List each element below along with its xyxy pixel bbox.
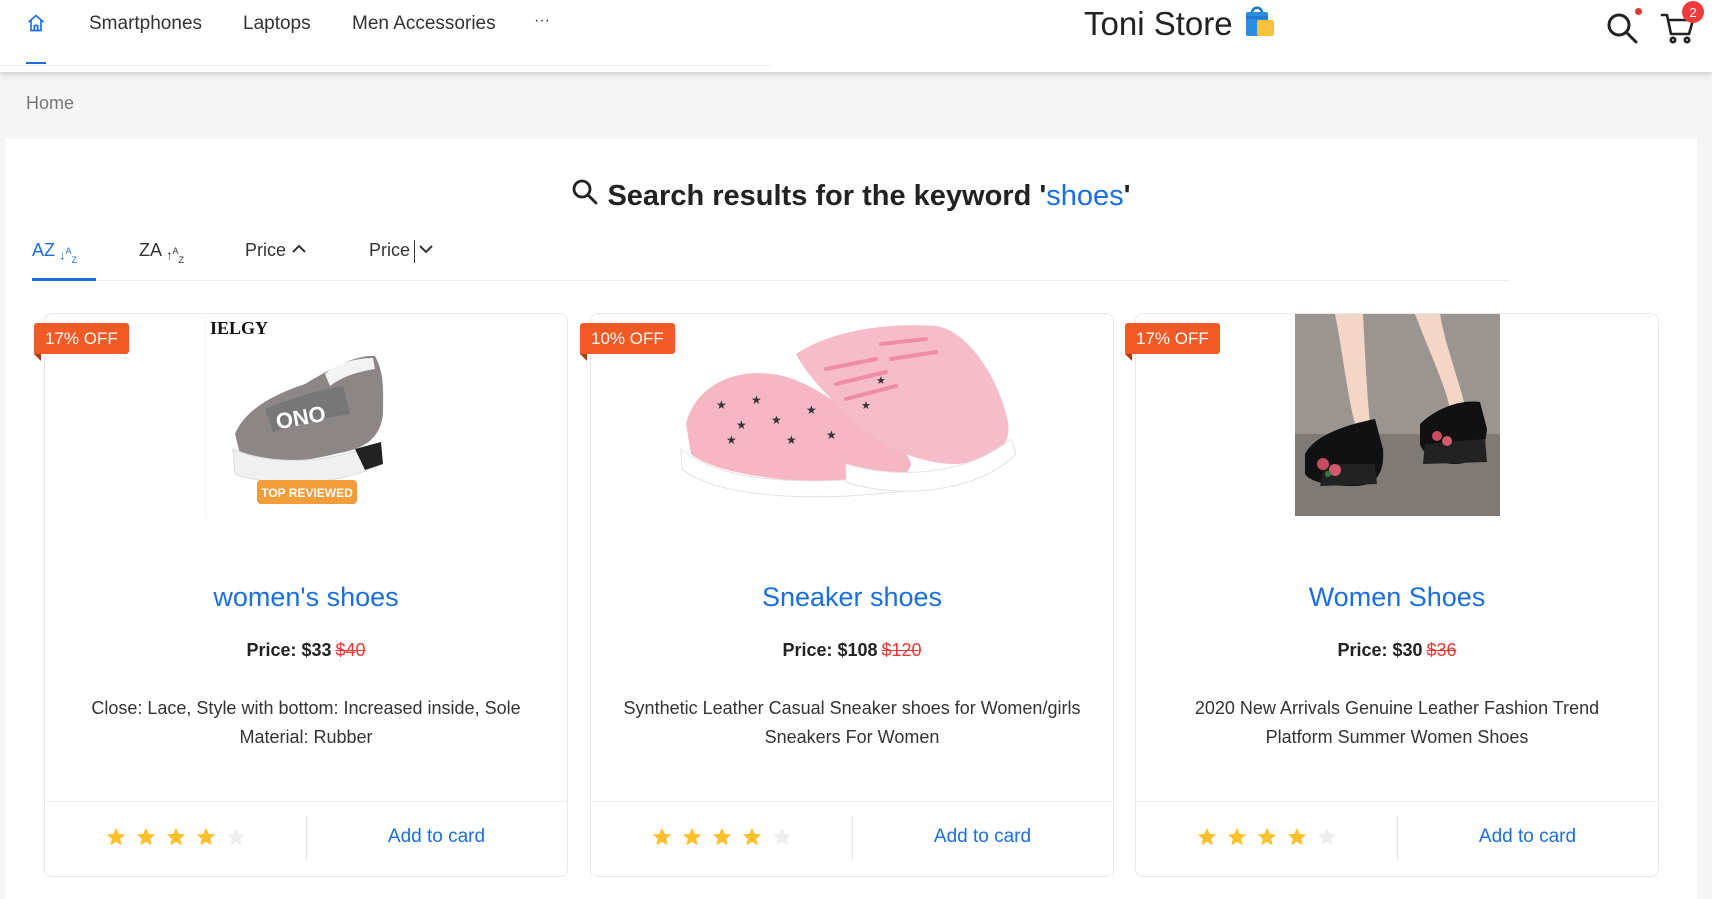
nav-more-button[interactable]: ··· <box>534 0 550 66</box>
search-title-icon <box>571 178 599 214</box>
svg-text:★: ★ <box>751 393 762 407</box>
sort-za-label: ZA <box>139 240 163 260</box>
old-price: $40 <box>335 640 366 660</box>
product-card[interactable]: 10% OFF ★ ★ ★ ★ ★ ★ ★ ★ ★ ★ Sneaker shoes Pri… <box>580 313 1114 877</box>
store-brand[interactable]: Toni Store <box>1084 2 1277 46</box>
sort-az-label: AZ <box>32 240 56 260</box>
star-filled-icon <box>1227 827 1247 846</box>
star-empty-icon <box>772 827 792 846</box>
main-nav: Smartphones Laptops Men Accessories ··· <box>0 0 770 66</box>
discount-badge: 17% OFF <box>1125 323 1220 361</box>
star-filled-icon <box>136 827 156 846</box>
svg-text:★: ★ <box>786 433 797 447</box>
card-footer: Add to card <box>1136 801 1658 875</box>
svg-text:★: ★ <box>806 403 817 417</box>
star-filled-icon <box>106 827 126 846</box>
svg-text:★: ★ <box>716 398 727 412</box>
star-empty-icon <box>226 827 246 846</box>
sort-bar: AZ ↓AZ ZA ↑AZ Price Price <box>32 236 1510 281</box>
search-icon <box>1607 13 1638 44</box>
svg-text:★: ★ <box>876 375 886 387</box>
sort-za-tab[interactable]: ZA ↑AZ <box>139 236 184 281</box>
sort-price-desc-tab[interactable]: Price <box>369 236 435 281</box>
nav-men-accessories[interactable]: Men Accessories <box>352 0 496 66</box>
product-name[interactable]: Sneaker shoes <box>591 582 1113 613</box>
star-filled-icon <box>166 827 186 846</box>
old-price: $120 <box>881 640 922 660</box>
search-results-title: Search results for the keyword 'shoes' <box>0 178 1702 214</box>
product-image[interactable]: ★ ★ ★ ★ ★ ★ ★ ★ ★ ★ <box>676 314 1026 519</box>
add-to-cart-button[interactable]: Add to card <box>306 826 567 848</box>
nav-smartphones[interactable]: Smartphones <box>89 0 202 66</box>
svg-text:★: ★ <box>771 413 782 427</box>
star-filled-icon <box>652 827 672 846</box>
rating-stars <box>105 826 247 848</box>
rating-stars <box>1196 826 1338 848</box>
svg-text:★: ★ <box>861 400 871 412</box>
product-price: Price: $108 $120 <box>782 640 922 660</box>
top-header: Smartphones Laptops Men Accessories ··· … <box>0 0 1712 72</box>
search-title-prefix: Search results for the keyword ' <box>607 179 1047 212</box>
sort-ascending-icon: ↓AZ <box>59 246 78 265</box>
cart-count-badge: 2 <box>1682 1 1704 23</box>
product-price: Price: $33 $40 <box>246 640 366 660</box>
breadcrumb[interactable]: Home <box>26 93 74 114</box>
svg-text:★: ★ <box>826 428 837 442</box>
sort-price-asc-label: Price <box>245 240 287 260</box>
sort-price-asc-tab[interactable]: Price <box>245 236 308 281</box>
add-to-cart-button[interactable]: Add to card <box>852 826 1113 848</box>
star-filled-icon <box>1287 827 1307 846</box>
product-description: Close: Lace, Style with bottom: Increase… <box>91 698 521 747</box>
search-keyword: shoes <box>1046 179 1124 212</box>
old-price: $36 <box>1426 640 1457 660</box>
star-filled-icon <box>1197 827 1217 846</box>
product-name[interactable]: women's shoes <box>45 582 567 613</box>
star-filled-icon <box>712 827 732 846</box>
chevron-down-icon <box>414 240 435 263</box>
product-description: Synthetic Leather Casual Sneaker shoes f… <box>623 698 1081 747</box>
card-footer: Add to card <box>591 801 1113 875</box>
sort-active-indicator <box>32 278 96 281</box>
add-to-cart-button[interactable]: Add to card <box>1397 826 1658 848</box>
shopping-bag-icon <box>1243 2 1277 46</box>
svg-text:★: ★ <box>736 418 747 432</box>
star-filled-icon <box>1257 827 1277 846</box>
svg-text:TOP REVIEWED: TOP REVIEWED <box>261 486 353 500</box>
discount-badge: 17% OFF <box>34 323 129 361</box>
header-cart-button[interactable]: 2 <box>1660 1 1704 50</box>
sort-price-desc-label: Price <box>369 240 411 260</box>
header-search-button[interactable] <box>1604 8 1642 46</box>
sort-descending-icon: ↑AZ <box>166 246 185 265</box>
nav-laptops[interactable]: Laptops <box>243 0 311 66</box>
star-filled-icon <box>742 827 762 846</box>
svg-text:★: ★ <box>726 433 737 447</box>
product-card[interactable]: 17% OFF Women Shoes Price: $30 $36 2020 N… <box>1125 313 1659 877</box>
rating-stars <box>651 826 793 848</box>
nav-active-indicator <box>26 62 46 64</box>
star-empty-icon <box>1317 827 1337 846</box>
product-description: 2020 New Arrivals Genuine Leather Fashio… <box>1194 698 1600 747</box>
home-icon <box>26 13 46 39</box>
product-card[interactable]: 17% OFF IELGY ONO TOP REVIEWED women's s… <box>34 313 568 877</box>
nav-home[interactable] <box>26 0 46 66</box>
svg-text:IELGY: IELGY <box>210 318 268 338</box>
product-name[interactable]: Women Shoes <box>1136 582 1658 613</box>
star-filled-icon <box>682 827 702 846</box>
sort-az-tab[interactable]: AZ ↓AZ <box>32 236 77 281</box>
card-footer: Add to card <box>45 801 567 875</box>
discount-badge: 10% OFF <box>580 323 675 361</box>
product-image[interactable]: IELGY ONO TOP REVIEWED <box>204 314 410 519</box>
product-price: Price: $30 $36 <box>1337 640 1457 660</box>
search-title-suffix: ' <box>1123 179 1131 212</box>
star-filled-icon <box>196 827 216 846</box>
chevron-up-icon <box>290 240 308 263</box>
search-notification-dot <box>1635 8 1642 15</box>
product-image[interactable] <box>1295 314 1500 516</box>
store-name: Toni Store <box>1084 5 1233 42</box>
